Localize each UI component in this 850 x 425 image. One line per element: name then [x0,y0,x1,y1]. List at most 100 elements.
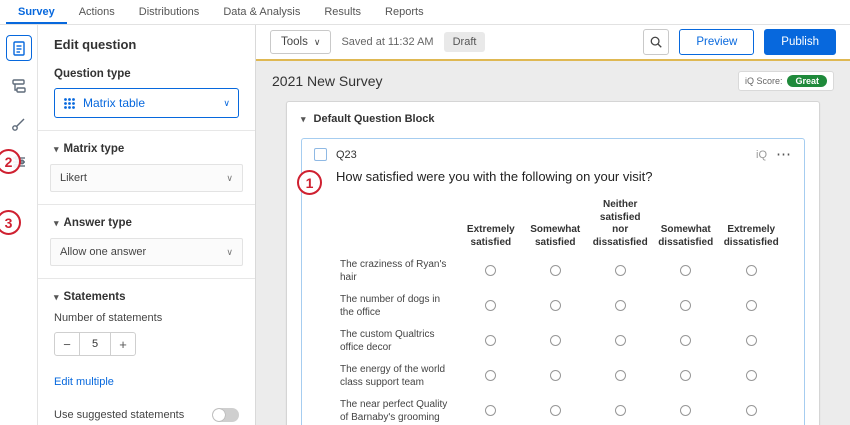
survey-title: 2021 New Survey [272,73,383,89]
question-card[interactable]: Q23 iQ ⋯ How satisfied were you with the… [301,138,805,425]
search-icon [649,35,663,49]
tab-data-analysis[interactable]: Data & Analysis [211,0,312,24]
question-block: ▾ Default Question Block Q23 iQ ⋯ How sa… [286,101,820,425]
radio-button[interactable] [485,300,496,311]
survey-builder-icon[interactable] [6,35,32,61]
statements-label: Statements [64,291,126,303]
radio-button[interactable] [680,300,691,311]
suggested-statements-toggle[interactable] [212,408,239,422]
radio-button[interactable] [615,265,626,276]
question-type-select[interactable]: Matrix table ∨ [54,88,239,118]
question-header: Q23 iQ ⋯ [314,148,792,161]
statements-count-input[interactable] [80,332,110,356]
question-text[interactable]: How satisfied were you with the followin… [336,169,792,184]
caret-down-icon: ▾ [54,292,59,303]
tab-distributions[interactable]: Distributions [127,0,212,24]
radio-button[interactable] [485,370,496,381]
answer-type-value: Allow one answer [60,246,226,258]
radio-button[interactable] [680,370,691,381]
matrix-table: Extremely satisfied Somewhat satisfied N… [336,194,784,425]
decrement-button[interactable]: − [54,332,80,356]
question-checkbox[interactable] [314,148,327,161]
radio-button[interactable] [746,265,757,276]
draft-badge: Draft [444,32,486,52]
radio-button[interactable] [746,405,757,416]
caret-down-icon: ▾ [54,144,59,155]
row-label[interactable]: The number of dogs in the office [336,289,459,324]
edit-multiple-link[interactable]: Edit multiple [54,376,114,388]
preview-button[interactable]: Preview [679,29,754,55]
radio-button[interactable] [746,370,757,381]
survey-canvas: ▾ Default Question Block Q23 iQ ⋯ How sa… [256,101,850,425]
matrix-type-value: Likert [60,172,226,184]
tab-survey[interactable]: Survey [6,0,67,24]
radio-button[interactable] [485,405,496,416]
annotation-circle-1: 1 [297,170,322,195]
publish-button[interactable]: Publish [764,29,836,55]
matrix-row: The near perfect Quality of Barnaby's gr… [336,394,784,425]
statements-section-header[interactable]: ▾ Statements [54,291,239,303]
answer-type-section-header[interactable]: ▾ Answer type [54,217,239,229]
survey-flow-icon[interactable] [6,73,32,99]
iq-button[interactable]: iQ [756,149,767,161]
block-header[interactable]: ▾ Default Question Block [287,102,819,136]
row-label[interactable]: The custom Qualtrics office decor [336,324,459,359]
number-of-statements-label: Number of statements [54,312,239,324]
column-header[interactable]: Somewhat dissatisfied [653,194,718,254]
overflow-menu-icon[interactable]: ⋯ [776,150,792,160]
radio-button[interactable] [485,265,496,276]
suggested-statements-row: Use suggested statements [54,408,239,422]
radio-button[interactable] [615,370,626,381]
iq-score-badge[interactable]: iQ Score: Great [738,71,834,91]
iq-score-value: Great [787,75,827,87]
column-header[interactable]: Neither satisfied nor dissatisfied [587,194,653,254]
radio-button[interactable] [746,300,757,311]
radio-button[interactable] [680,335,691,346]
answer-type-label: Answer type [64,217,132,229]
answer-type-select[interactable]: Allow one answer ∨ [50,238,243,266]
radio-button[interactable] [615,300,626,311]
block-title: Default Question Block [314,113,435,125]
look-and-feel-icon[interactable] [6,111,32,137]
matrix-row: The craziness of Ryan's hair [336,254,784,289]
radio-button[interactable] [680,265,691,276]
tab-results[interactable]: Results [312,0,373,24]
row-label[interactable]: The near perfect Quality of Barnaby's gr… [336,394,459,425]
tab-actions[interactable]: Actions [67,0,127,24]
search-button[interactable] [643,29,669,55]
chevron-down-icon: ∨ [314,37,321,48]
radio-button[interactable] [615,335,626,346]
tools-menu-button[interactable]: Tools ∨ [270,30,331,54]
column-header[interactable]: Extremely dissatisfied [718,194,784,254]
radio-button[interactable] [550,265,561,276]
edit-question-panel: Edit question Question type Matrix table… [38,25,256,425]
question-type-label: Question type [54,68,239,80]
row-label[interactable]: The energy of the world class support te… [336,359,459,394]
radio-button[interactable] [550,300,561,311]
divider [38,204,255,205]
radio-button[interactable] [615,405,626,416]
radio-button[interactable] [550,370,561,381]
matrix-type-select[interactable]: Likert ∨ [50,164,243,192]
radio-button[interactable] [746,335,757,346]
matrix-type-label: Matrix type [64,143,125,155]
top-nav: Survey Actions Distributions Data & Anal… [0,0,850,25]
matrix-row: The number of dogs in the office [336,289,784,324]
increment-button[interactable]: + [110,332,136,356]
row-label[interactable]: The craziness of Ryan's hair [336,254,459,289]
radio-button[interactable] [680,405,691,416]
chevron-down-icon: ∨ [226,247,233,258]
question-type-value: Matrix table [83,96,216,110]
matrix-type-section-header[interactable]: ▾ Matrix type [54,143,239,155]
chevron-down-icon: ∨ [223,98,230,109]
column-header[interactable]: Somewhat satisfied [523,194,587,254]
radio-button[interactable] [550,335,561,346]
survey-title-row: 2021 New Survey iQ Score: Great [256,61,850,101]
tab-reports[interactable]: Reports [373,0,436,24]
radio-button[interactable] [485,335,496,346]
question-id: Q23 [336,149,357,161]
column-header[interactable]: Extremely satisfied [459,194,523,254]
radio-button[interactable] [550,405,561,416]
matrix-corner-cell [336,194,459,254]
statements-stepper: − + [54,332,239,356]
